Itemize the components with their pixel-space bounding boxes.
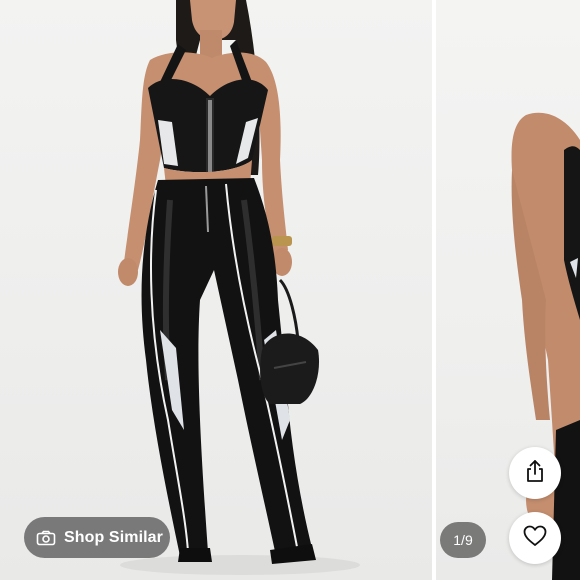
share-button[interactable] (509, 447, 561, 499)
model-photo (118, 0, 360, 575)
share-icon (524, 459, 546, 488)
image-counter: 1/9 (440, 522, 486, 558)
product-image-next[interactable] (436, 0, 580, 580)
model-photo-secondary (511, 112, 580, 580)
product-image-gallery[interactable]: Shop Similar 1/9 (0, 0, 580, 580)
product-image-main[interactable] (0, 0, 432, 580)
favorite-button[interactable] (509, 512, 561, 564)
shop-similar-label: Shop Similar (64, 528, 163, 546)
heart-icon (522, 524, 548, 553)
shop-similar-button[interactable]: Shop Similar (24, 517, 170, 558)
camera-icon (36, 530, 56, 546)
